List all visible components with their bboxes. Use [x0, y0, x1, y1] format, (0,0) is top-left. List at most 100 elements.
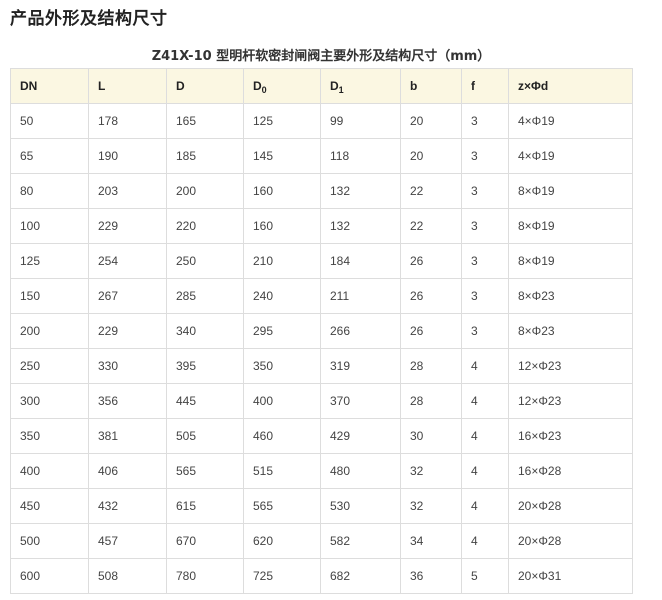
table-row: 350 381 505 460 429 30 4 16×Φ23 — [10, 418, 633, 454]
table-cell: 3 — [461, 208, 509, 244]
table-cell: 250 — [166, 243, 244, 279]
table-cell: 3 — [461, 138, 509, 174]
table-cell: 125 — [243, 103, 321, 139]
table-cell: 65 — [10, 138, 89, 174]
table-row: 100 229 220 160 132 22 3 8×Φ19 — [10, 208, 633, 244]
section-title: 产品外形及结构尺寸 — [10, 9, 168, 29]
table-cell: 145 — [243, 138, 321, 174]
table-cell: 450 — [10, 488, 89, 524]
table-cell: 118 — [320, 138, 401, 174]
table-row: 450 432 615 565 530 32 4 20×Φ28 — [10, 488, 633, 524]
table-cell: 295 — [243, 313, 321, 349]
table-cell: 26 — [400, 313, 462, 349]
table-cell: 16×Φ28 — [508, 453, 633, 489]
table-cell: 670 — [166, 523, 244, 559]
table-row: 200 229 340 295 266 26 3 8×Φ23 — [10, 313, 633, 349]
header-b: b — [400, 68, 462, 104]
table-cell: 16×Φ23 — [508, 418, 633, 454]
table-cell: 165 — [166, 103, 244, 139]
table-cell: 4 — [461, 383, 509, 419]
table-cell: 381 — [88, 418, 167, 454]
table-row: 125 254 250 210 184 26 3 8×Φ19 — [10, 243, 633, 279]
table-cell: 600 — [10, 558, 89, 594]
table-cell: 185 — [166, 138, 244, 174]
table-cell: 725 — [243, 558, 321, 594]
header-d: D — [166, 68, 244, 104]
table-cell: 50 — [10, 103, 89, 139]
table-row: 600 508 780 725 682 36 5 20×Φ31 — [10, 558, 633, 594]
table-cell: 150 — [10, 278, 89, 314]
table-cell: 28 — [400, 348, 462, 384]
table-cell: 3 — [461, 173, 509, 209]
table-cell: 508 — [88, 558, 167, 594]
table-cell: 36 — [400, 558, 462, 594]
table-cell: 125 — [10, 243, 89, 279]
table-cell: 3 — [461, 243, 509, 279]
header-d1: D1 — [320, 68, 401, 104]
table-cell: 3 — [461, 103, 509, 139]
table-cell: 406 — [88, 453, 167, 489]
table-cell: 20 — [400, 103, 462, 139]
table-cell: 178 — [88, 103, 167, 139]
table-cell: 8×Φ23 — [508, 278, 633, 314]
table-cell: 515 — [243, 453, 321, 489]
table-cell: 8×Φ19 — [508, 208, 633, 244]
table-cell: 32 — [400, 453, 462, 489]
table-cell: 220 — [166, 208, 244, 244]
table-cell: 565 — [243, 488, 321, 524]
table-cell: 480 — [320, 453, 401, 489]
table-cell: 615 — [166, 488, 244, 524]
table-cell: 4 — [461, 348, 509, 384]
table-cell: 184 — [320, 243, 401, 279]
table-cell: 285 — [166, 278, 244, 314]
table-cell: 4 — [461, 418, 509, 454]
table-cell: 8×Φ19 — [508, 173, 633, 209]
table-cell: 8×Φ19 — [508, 243, 633, 279]
table-cell: 132 — [320, 173, 401, 209]
table-cell: 200 — [166, 173, 244, 209]
table-cell: 505 — [166, 418, 244, 454]
table-cell: 4 — [461, 453, 509, 489]
table-cell: 530 — [320, 488, 401, 524]
table-cell: 20 — [400, 138, 462, 174]
table-cell: 3 — [461, 313, 509, 349]
table-cell: 400 — [10, 453, 89, 489]
table-cell: 203 — [88, 173, 167, 209]
table-cell: 350 — [243, 348, 321, 384]
header-d0-subscript: 0 — [261, 85, 267, 95]
table-cell: 229 — [88, 313, 167, 349]
header-dn: DN — [10, 68, 89, 104]
table-cell: 190 — [88, 138, 167, 174]
table-cell: 8×Φ23 — [508, 313, 633, 349]
table-cell: 350 — [10, 418, 89, 454]
table-row: 300 356 445 400 370 28 4 12×Φ23 — [10, 383, 633, 419]
table-cell: 370 — [320, 383, 401, 419]
table-row: 500 457 670 620 582 34 4 20×Φ28 — [10, 523, 633, 559]
table-cell: 22 — [400, 173, 462, 209]
table-cell: 211 — [320, 278, 401, 314]
table-cell: 4×Φ19 — [508, 103, 633, 139]
table-cell: 20×Φ28 — [508, 523, 633, 559]
table-body: 50 178 165 125 99 20 3 4×Φ19 65 190 185 145 118 20 3 4×… — [10, 103, 633, 594]
table-cell: 565 — [166, 453, 244, 489]
table-cell: 132 — [320, 208, 401, 244]
table-cell: 229 — [88, 208, 167, 244]
page: 产品外形及结构尺寸 Z41X-10 型明杆软密封闸阀主要外形及结构尺寸（mm） … — [0, 0, 662, 600]
table-cell: 210 — [243, 243, 321, 279]
table-cell: 160 — [243, 173, 321, 209]
table-caption: Z41X-10 型明杆软密封闸阀主要外形及结构尺寸（mm） — [151, 49, 491, 64]
table-cell: 330 — [88, 348, 167, 384]
header-d0: D0 — [243, 68, 321, 104]
table-cell: 30 — [400, 418, 462, 454]
table-row: 250 330 395 350 319 28 4 12×Φ23 — [10, 348, 633, 384]
table-cell: 80 — [10, 173, 89, 209]
table-cell: 432 — [88, 488, 167, 524]
table-cell: 3 — [461, 278, 509, 314]
table-cell: 160 — [243, 208, 321, 244]
table-cell: 250 — [10, 348, 89, 384]
table-cell: 100 — [10, 208, 89, 244]
table-cell: 28 — [400, 383, 462, 419]
table-cell: 500 — [10, 523, 89, 559]
table-cell: 445 — [166, 383, 244, 419]
header-d1-subscript: 1 — [338, 85, 344, 95]
